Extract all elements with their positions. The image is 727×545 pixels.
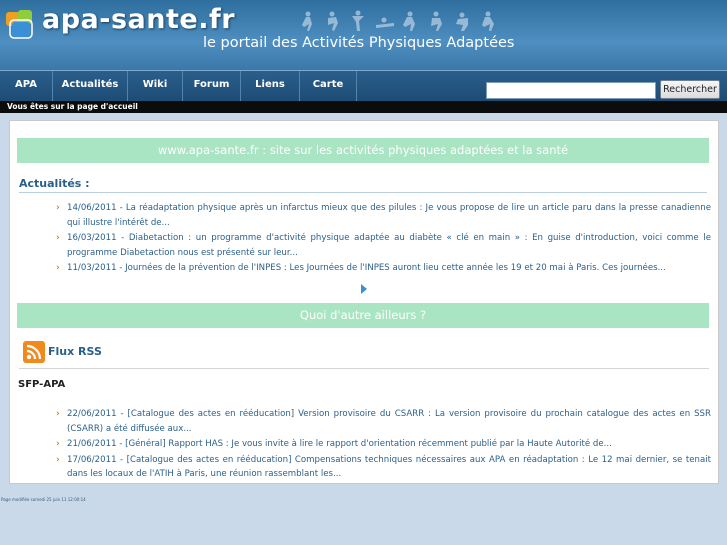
nav-item-forum[interactable]: Forum <box>183 71 241 101</box>
elsewhere-banner: Quoi d'autre ailleurs ? <box>17 303 709 328</box>
feed-item-text[interactable]: 17/06/2011 - [Catalogue des actes en réé… <box>67 455 711 480</box>
news-item[interactable]: › 16/03/2011 - Diabetaction : un program… <box>56 231 711 260</box>
search-input[interactable] <box>486 82 656 99</box>
news-list: › 14/06/2011 - La réadaptation physique … <box>56 201 711 277</box>
nav-item-actualites[interactable]: Actualités <box>53 71 128 101</box>
chevron-right-icon: › <box>56 263 60 273</box>
news-item-text[interactable]: 16/03/2011 - Diabetaction : un programme… <box>67 233 711 258</box>
search-button[interactable]: Rechercher <box>660 80 720 99</box>
site-banner: www.apa-sante.fr : site sur les activité… <box>17 138 709 163</box>
sport-figures-icon <box>302 10 494 31</box>
news-item[interactable]: › 14/06/2011 - La réadaptation physique … <box>56 201 711 230</box>
nav-item-apa[interactable]: APA <box>0 71 53 101</box>
news-section-title: Actualités : <box>19 177 707 193</box>
chevron-right-icon: › <box>56 409 60 419</box>
feed-item[interactable]: › 21/06/2011 - [Général] Rapport HAS : J… <box>56 437 711 452</box>
site-header: apa-sante.fr le portail des Activités Ph… <box>0 0 727 70</box>
chevron-right-icon: › <box>56 203 60 213</box>
divider <box>19 368 709 369</box>
main-nav: APA Actualités Wiki Forum Liens Carte Re… <box>0 70 727 101</box>
news-item-text[interactable]: 14/06/2011 - La réadaptation physique ap… <box>67 203 711 228</box>
site-tagline: le portail des Activités Physiques Adapt… <box>203 35 515 51</box>
site-logo-text[interactable]: apa-sante.fr <box>42 4 235 35</box>
nav-item-liens[interactable]: Liens <box>241 71 300 101</box>
footer-text: Page modifiée samedi 25 juin 11 12:00:14 <box>1 497 86 502</box>
main-content: www.apa-sante.fr : site sur les activité… <box>9 120 719 484</box>
news-item[interactable]: › 11/03/2011 - Journées de la prévention… <box>56 261 711 276</box>
feed-item-text[interactable]: 22/06/2011 - [Catalogue des actes en réé… <box>67 409 711 434</box>
feed-list: › 22/06/2011 - [Catalogue des actes en r… <box>56 407 711 483</box>
logo-icon[interactable] <box>4 8 40 42</box>
rss-icon[interactable] <box>23 341 45 363</box>
rss-label[interactable]: Flux RSS <box>48 345 102 358</box>
feed-item[interactable]: › 22/06/2011 - [Catalogue des actes en r… <box>56 407 711 436</box>
chevron-right-icon: › <box>56 439 60 449</box>
news-item-text[interactable]: 11/03/2011 - Journées de la prévention d… <box>67 263 666 273</box>
chevron-right-icon: › <box>56 233 60 243</box>
next-arrow-icon[interactable] <box>360 284 368 294</box>
feed-item[interactable]: › 17/06/2011 - [Catalogue des actes en r… <box>56 453 711 482</box>
breadcrumb: Vous êtes sur la page d'accueil <box>0 101 727 113</box>
breadcrumb-text: Vous êtes sur la page d'accueil <box>7 102 138 111</box>
feed-source-title: SFP-APA <box>18 379 66 390</box>
nav-item-carte[interactable]: Carte <box>300 71 357 101</box>
nav-item-wiki[interactable]: Wiki <box>128 71 183 101</box>
feed-item-text[interactable]: 21/06/2011 - [Général] Rapport HAS : Je … <box>67 439 612 449</box>
chevron-right-icon: › <box>56 454 60 465</box>
